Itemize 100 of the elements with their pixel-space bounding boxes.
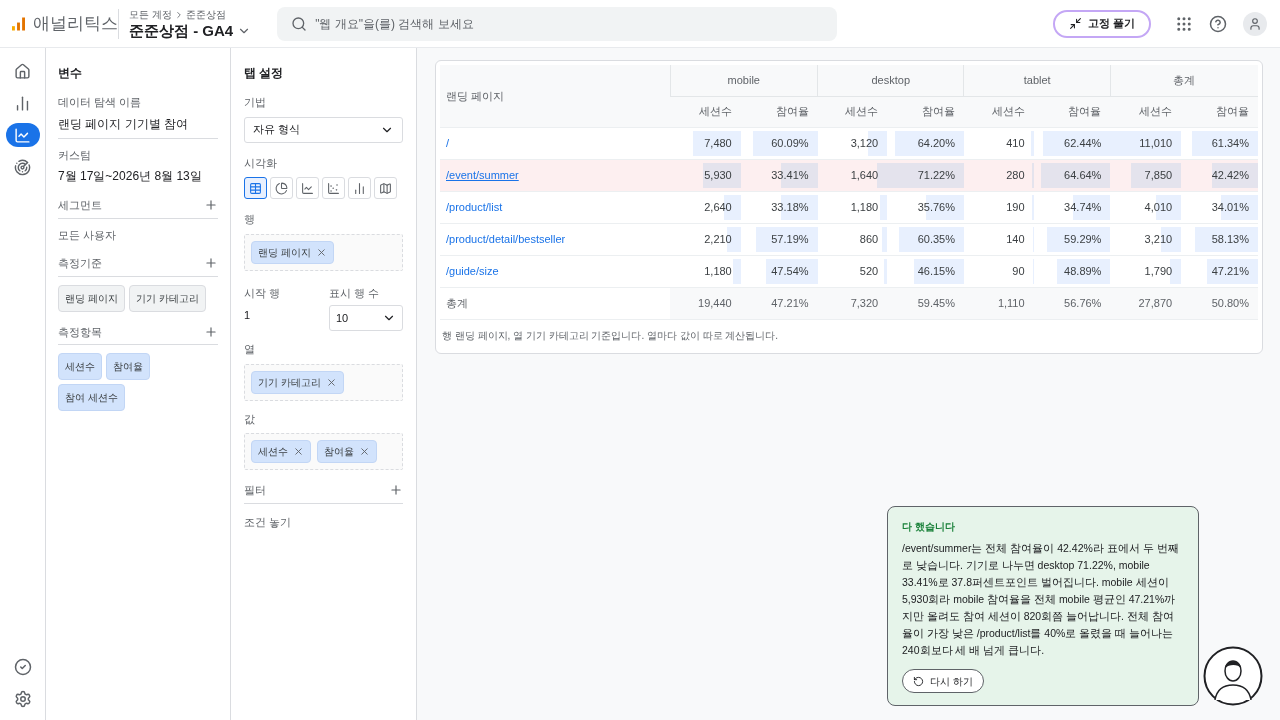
start-row-value[interactable]: 1 <box>244 307 317 324</box>
column-group-header: 총계 <box>1110 65 1258 96</box>
pie-chart-icon <box>275 181 288 195</box>
breadcrumb-link[interactable]: 준준상점 <box>185 7 226 22</box>
add-icon[interactable] <box>389 483 403 498</box>
cell-value: 280 <box>1006 168 1025 181</box>
page-link[interactable]: /guide/size <box>446 264 499 277</box>
technique-select[interactable]: 자유 형식 <box>244 116 403 143</box>
cell-value: 33.18% <box>771 200 809 213</box>
field-label: 표시 행 수 <box>329 285 380 301</box>
shrink-icon <box>1068 17 1082 30</box>
retry-icon <box>913 675 924 687</box>
chip[interactable]: 랜딩 페이지 <box>58 284 125 312</box>
cell-value: 42.42% <box>1211 168 1249 181</box>
column-group-header: mobile <box>670 65 818 96</box>
add-icon[interactable] <box>204 256 218 271</box>
cell-value: 1,640 <box>850 168 879 181</box>
home-icon <box>14 62 31 80</box>
chip[interactable]: 기기 카테고리 <box>251 370 344 394</box>
cell-value: 47.54% <box>771 264 809 277</box>
page-link[interactable]: /product/detail/bestseller <box>446 232 566 245</box>
cell-value: 11,010 <box>1139 136 1173 149</box>
cell-value: 5,930 <box>704 168 732 181</box>
column-header: 세션수 <box>963 96 1034 127</box>
remove-icon[interactable] <box>315 246 327 258</box>
cell-value: 57.19% <box>771 232 809 245</box>
chip[interactable]: 참여 세션수 <box>58 384 125 411</box>
cell-value: 61.34% <box>1211 136 1249 149</box>
cell-value: 1,180 <box>850 200 879 213</box>
remove-icon[interactable] <box>325 376 337 388</box>
check-circle-icon[interactable] <box>13 658 32 676</box>
cell-value: 3,210 <box>1144 232 1173 245</box>
cell-value: 33.41% <box>771 168 809 181</box>
chip[interactable]: 기기 카테고리 <box>128 284 206 312</box>
cell-value: 2,640 <box>704 200 732 213</box>
help-icon[interactable] <box>1209 14 1227 33</box>
date-range[interactable]: 7월 17일~2026년 8월 13일 <box>58 167 218 185</box>
cell-value: 1,180 <box>704 264 732 277</box>
settings-icon[interactable] <box>13 690 32 708</box>
field-label: 시각화 <box>244 155 277 171</box>
row-count-select[interactable]: 10 <box>329 305 403 331</box>
cell-value: 59.29% <box>1064 232 1102 245</box>
add-icon[interactable] <box>204 324 218 339</box>
account-avatar[interactable] <box>1243 11 1267 36</box>
drop-zone[interactable]: 기기 카테고리 <box>244 363 403 401</box>
search-icon <box>291 15 308 32</box>
line-chart-icon <box>301 181 314 195</box>
remove-icon[interactable] <box>293 446 304 457</box>
nav-item[interactable] <box>5 123 40 147</box>
remove-icon[interactable] <box>359 446 370 457</box>
chip[interactable]: 세션수 <box>251 440 311 463</box>
cell-value: 34.01% <box>1211 200 1249 213</box>
section-label: 측정항목 <box>58 324 102 340</box>
assistant-status: 다 했습니다 <box>902 520 955 534</box>
total-cell: 19,440 <box>670 287 741 319</box>
column-header: 참여율 <box>1033 96 1111 127</box>
assistant-avatar <box>1203 646 1263 706</box>
breadcrumb-link[interactable]: 모든 계정 <box>129 7 172 22</box>
total-label: 총계 <box>440 287 670 319</box>
line-chart-icon <box>14 126 31 144</box>
total-cell: 59.45% <box>887 287 964 319</box>
cell-value: 3,120 <box>850 136 879 149</box>
column-header: 참여율 <box>887 96 964 127</box>
segment-item[interactable]: 모든 사용자 <box>58 226 218 243</box>
table-icon <box>249 181 262 195</box>
cell-value: 90 <box>1012 264 1025 277</box>
section-label: 세그먼트 <box>58 198 102 213</box>
search-field[interactable]: "웹 개요"을(를) 검색해 보세요 <box>277 6 838 41</box>
field-label: 기법 <box>244 95 266 110</box>
field-label: 데이터 탐색 이름 <box>58 95 142 110</box>
visualization-option[interactable] <box>244 177 267 199</box>
page-link[interactable]: / <box>446 136 450 149</box>
filter-drop-zone[interactable]: 조건 놓기 <box>244 513 292 530</box>
drop-zone[interactable]: 세션수 참여율 <box>244 433 403 470</box>
drop-zone[interactable]: 랜딩 페이지 <box>244 233 403 271</box>
cell-value: 4,010 <box>1144 200 1173 213</box>
total-cell: 56.76% <box>1033 287 1111 319</box>
page-link[interactable]: /product/list <box>446 200 503 213</box>
panel-title: 변수 <box>58 65 83 82</box>
exploration-name-field[interactable]: 랜딩 페이지 기기별 참여 <box>58 114 218 139</box>
add-icon[interactable] <box>204 198 218 213</box>
bar-chart-icon <box>14 94 31 112</box>
chip[interactable]: 랜딩 페이지 <box>251 240 334 264</box>
column-group-header: desktop <box>817 65 964 96</box>
cell-value: 35.76% <box>917 200 955 213</box>
cell-value: 34.74% <box>1064 200 1102 213</box>
property-selector[interactable]: 준준상점 - GA4 <box>129 22 252 40</box>
cell-value: 47.21% <box>1211 264 1249 277</box>
assistant-message: /event/summer는 전체 참여율이 42.42%라 표에서 두 번째로 낮습니다. 기기로 나누면 desktop 71.22%, mobile 33.41%로 37.8퍼센트포인트 벌어집니다. mobile 세션이 5,930회라 mobile 참여율을 전체 mobile 평균인 47.21%까지만 올려도 참여 세션이 820회쯤 늘어납니다. 전체 참여율이 가장 낮은 /product/list를 40%로 올렸을 때 늘어나는 240회보다 세 배 넘게 큽니다. <box>902 541 1180 658</box>
bar-chart-icon <box>353 181 366 195</box>
total-cell: 50.80% <box>1181 287 1258 319</box>
apps-icon[interactable] <box>1175 14 1193 33</box>
page-link[interactable]: /event/summer <box>446 168 519 181</box>
section-label: 측정기준 <box>58 256 102 271</box>
retry-button[interactable]: 다시 하기 <box>902 669 984 693</box>
chip[interactable]: 세션수 <box>58 353 102 380</box>
cell-value: 60.35% <box>917 232 955 245</box>
chip[interactable]: 참여율 <box>317 440 377 463</box>
unpin-button[interactable]: 고정 풀기 <box>1052 9 1151 38</box>
chip[interactable]: 참여율 <box>106 353 150 380</box>
